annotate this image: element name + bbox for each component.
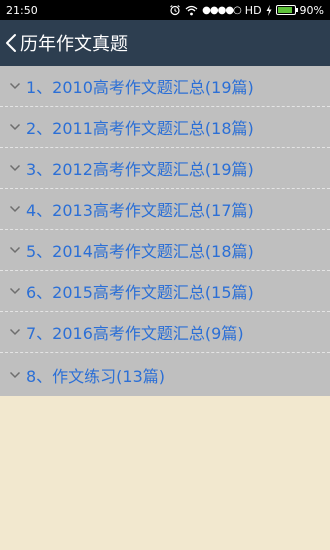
status-icons: ●●●●○ HD 90% [169,4,324,17]
list-item[interactable]: 1、2010高考作文题汇总(19篇) [0,66,330,107]
list-item-label: 4、2013高考作文题汇总(17篇) [26,201,254,220]
list-item-label: 8、作文练习(13篇) [26,366,166,386]
list-item-label: 3、2012高考作文题汇总(19篇) [26,160,254,179]
list-item-label: 7、2016高考作文题汇总(9篇) [26,324,244,343]
status-time: 21:50 [6,3,38,17]
chevron-down-icon [4,123,26,131]
list-item[interactable]: 8、作文练习(13篇) [0,353,330,396]
battery-icon [275,5,298,15]
list-item-label: 5、2014高考作文题汇总(18篇) [26,242,254,261]
chevron-down-icon [4,82,26,90]
back-button[interactable] [4,20,18,66]
list-item[interactable]: 7、2016高考作文题汇总(9篇) [0,312,330,353]
app-header: 历年作文真题 [0,20,330,66]
battery-fill [277,7,292,13]
wifi-icon [185,5,198,16]
chevron-down-icon [4,246,26,254]
chevron-down-icon [4,371,26,379]
battery-percent: 90% [299,3,324,17]
signal-icon: ●●●●○ [202,4,242,16]
list-item[interactable]: 4、2013高考作文题汇总(17篇) [0,189,330,230]
chevron-down-icon [4,205,26,213]
chevron-down-icon [4,287,26,295]
list-item-label: 2、2011高考作文题汇总(18篇) [26,119,254,138]
status-bar: 21:50 ●●●●○ HD 90% [0,0,330,20]
alarm-icon [169,4,181,16]
list-item[interactable]: 3、2012高考作文题汇总(19篇) [0,148,330,189]
chevron-down-icon [4,328,26,336]
list-item-label: 6、2015高考作文题汇总(15篇) [26,283,254,302]
charging-icon [266,4,272,16]
list-item[interactable]: 2、2011高考作文题汇总(18篇) [0,107,330,148]
chevron-left-icon [4,32,18,54]
page-title: 历年作文真题 [20,34,128,55]
list-item[interactable]: 5、2014高考作文题汇总(18篇) [0,230,330,271]
list-item[interactable]: 6、2015高考作文题汇总(15篇) [0,271,330,312]
essay-list: 1、2010高考作文题汇总(19篇) 2、2011高考作文题汇总(18篇) 3、… [0,66,330,396]
list-item-label: 1、2010高考作文题汇总(19篇) [26,78,254,97]
chevron-down-icon [4,164,26,172]
network-type: HD [244,3,262,17]
